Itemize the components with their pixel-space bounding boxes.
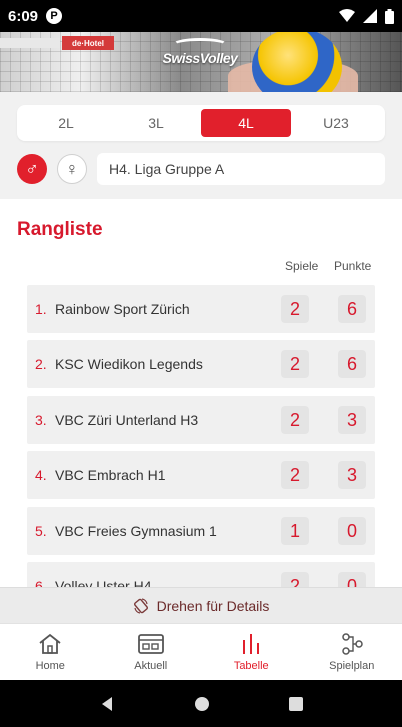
points: 0 [338,572,366,587]
group-select[interactable]: H4. Liga Gruppe A [97,153,385,185]
nav-spielplan-label: Spielplan [329,660,375,672]
notification-badge-icon: P [46,8,63,24]
nav-spielplan[interactable]: Spielplan [302,624,402,680]
tab-4l[interactable]: 4L [201,109,291,137]
banner-ad-left [0,38,60,48]
tab-2l[interactable]: 2L [21,109,111,137]
column-header-punkte: Punkte [334,259,372,273]
back-icon[interactable] [99,696,115,712]
rotate-icon [133,597,148,614]
team-name: VBC Freies Gymnasium 1 [55,523,217,539]
home-icon [39,633,61,654]
recents-icon[interactable] [288,696,303,711]
points: 3 [338,406,366,434]
female-icon: ♀ [65,158,79,179]
female-filter-button[interactable]: ♀ [57,154,87,184]
banner-ad: de·Hotel [62,36,114,50]
table-row[interactable]: 2. KSC Wiedikon Legends 2 6 [27,340,375,388]
rank-number: 6. [35,578,47,587]
rank-number: 1. [35,301,47,317]
nav-home-label: Home [35,660,65,672]
male-icon: ♂ [25,158,39,179]
bottom-nav: Home Aktuell Tabelle Spielplan [0,623,402,680]
games-played: 2 [281,406,309,434]
points: 6 [338,295,366,323]
team-name: KSC Wiedikon Legends [55,356,203,372]
column-header-spiele: Spiele [285,259,319,273]
table-row[interactable]: 3. VBC Züri Unterland H3 2 3 [27,396,375,444]
wifi-icon [339,9,355,22]
signal-icon [363,9,377,23]
bar-chart-icon [243,634,260,654]
points: 3 [338,461,366,489]
rotate-hint: Drehen für Details [0,587,402,623]
nav-home[interactable]: Home [0,624,101,680]
league-tabs: 2L 3L 4L U23 [17,105,385,141]
main-content: 2L 3L 4L U23 ♂ ♀ H4. Liga Gruppe A Rangl… [0,92,402,587]
battery-icon [385,8,394,24]
rank-number: 5. [35,523,47,539]
swissvolley-logo: SwissVolley [150,38,250,74]
news-icon [137,634,164,654]
games-played: 2 [281,572,309,587]
status-bar: 6:09 P [0,0,402,32]
team-name: Rainbow Sport Zürich [55,301,190,317]
team-name: VBC Züri Unterland H3 [55,412,199,428]
table-row[interactable]: 4. VBC Embrach H1 2 3 [27,451,375,499]
team-name: VBC Embrach H1 [55,467,166,483]
nav-tabelle-label: Tabelle [233,660,269,672]
table-row[interactable]: 1. Rainbow Sport Zürich 2 6 [27,285,375,333]
table-row[interactable]: 6. Volley Uster H4 2 0 [27,562,375,587]
rotate-hint-label: Drehen für Details [156,597,270,614]
team-name: Volley Uster H4 [55,578,152,587]
nav-aktuell-label: Aktuell [134,660,168,672]
filter-row: ♂ ♀ H4. Liga Gruppe A [17,153,385,185]
system-nav-bar [0,680,402,727]
home-circle-icon[interactable] [194,696,210,712]
rank-number: 2. [35,356,47,372]
games-played: 2 [281,461,309,489]
rank-number: 3. [35,412,47,428]
male-filter-button[interactable]: ♂ [17,154,47,184]
ranking-card: Rangliste Spiele Punkte 1. Rainbow Sport… [0,199,402,587]
tab-3l[interactable]: 3L [111,109,201,137]
rank-number: 4. [35,467,47,483]
games-played: 1 [281,517,309,545]
games-played: 2 [281,295,309,323]
ranking-title: Rangliste [17,219,103,240]
nav-tabelle[interactable]: Tabelle [201,624,302,680]
schedule-icon [342,633,363,655]
points: 6 [338,350,366,378]
nav-aktuell[interactable]: Aktuell [101,624,202,680]
games-played: 2 [281,350,309,378]
tab-u23[interactable]: U23 [291,109,381,137]
status-time: 6:09 [8,7,39,25]
points: 0 [338,517,366,545]
table-row[interactable]: 5. VBC Freies Gymnasium 1 1 0 [27,507,375,555]
